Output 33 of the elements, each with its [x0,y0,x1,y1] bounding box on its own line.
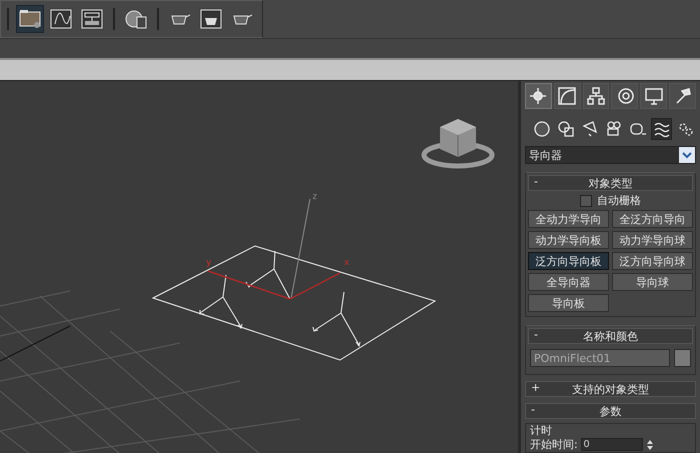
color-swatch[interactable] [674,349,691,367]
object-type-button[interactable]: 导向球 [612,273,693,291]
object-type-button[interactable]: 导向板 [528,294,609,312]
axis-label: z [312,192,318,202]
hammer-icon[interactable] [669,83,696,109]
start-time-label: 开始时间: [530,437,578,452]
spinner-arrows-icon[interactable] [646,438,654,450]
waves-icon[interactable] [651,118,672,140]
monitor-icon[interactable] [640,83,668,109]
hierarchy-icon[interactable] [582,83,610,109]
auto-grid-checkbox[interactable]: 自动栅格 [528,193,693,208]
object-type-button[interactable]: 动力学导向球 [612,231,693,249]
rollout-header[interactable]: + 支持的对象类型 [525,381,696,397]
rollout-header[interactable]: - 对象类型 [528,175,693,191]
chevron-down-icon [679,147,695,163]
axis-label: x [344,258,350,268]
category-dropdown[interactable]: 导向器 [525,146,696,164]
rollout-header[interactable]: - 名称和颜色 [528,328,693,344]
object-type-button[interactable]: 全导向器 [528,273,609,291]
viewcube-drawing[interactable] [422,119,494,168]
object-type-button[interactable]: 泛方向导向球 [612,252,693,270]
start-time-field[interactable]: 0 [580,438,643,451]
axis-label: y [206,258,212,268]
curve-icon[interactable] [554,83,581,109]
folder-icon[interactable] [16,5,44,33]
object-type-button[interactable]: 动力学导向板 [528,231,609,249]
target-icon[interactable] [611,83,638,109]
object-type-button[interactable]: 全泛方向导向 [612,210,693,228]
sun-icon[interactable] [525,83,552,109]
object-type-button[interactable]: 泛方向导向板 [528,252,609,270]
rollout-header[interactable]: - 参数 [525,403,696,419]
object-type-button[interactable]: 全动力学导向 [528,210,609,228]
section-label: 计时 [530,424,553,437]
